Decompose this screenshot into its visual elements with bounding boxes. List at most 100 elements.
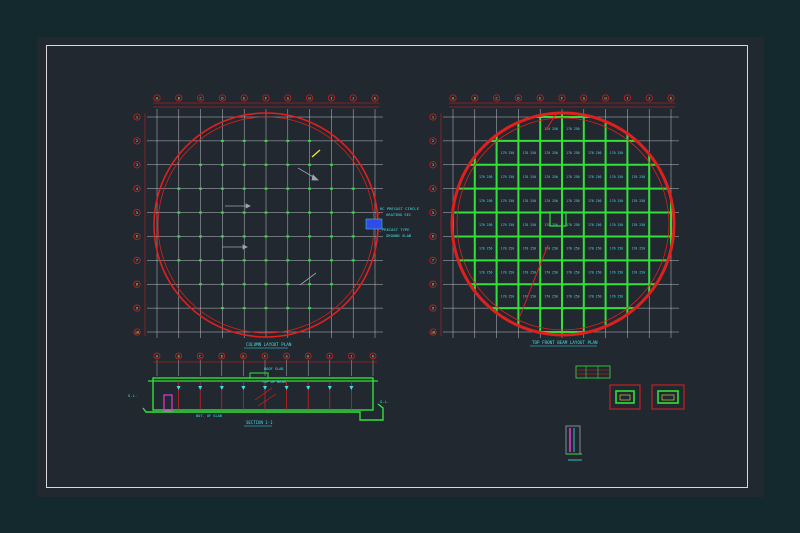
section-columns [176,381,354,410]
level-marker [241,386,246,390]
section-column-bubbles: A B C D E F G H I J K [153,352,377,360]
grid-bubble-label: 5 [136,211,138,215]
panel-label: 170 250 [501,247,515,251]
column-mark [351,187,355,190]
panel-label: 170 250 [610,223,624,227]
cad-drawing-canvas[interactable]: A B C D E F G H I J K 1 2 3 4 5 6 7 8 9 10 RC PRECAST CIRCL… [0,0,800,533]
grid-bubble-label: J [352,96,354,100]
detail-ladder[interactable] [565,425,582,461]
panel-label: 170 250 [501,151,515,155]
column-mark [220,211,224,214]
section-base-slab [142,403,384,421]
detail-pit-2[interactable] [651,384,685,410]
level-marker [306,386,311,390]
grid-bubble-label: 2 [432,139,434,143]
panel-label: 170 250 [566,199,580,203]
column-layout-plan[interactable]: A B C D E F G H I J K 1 2 3 4 5 6 7 8 9 10 RC PRECAST CIRCL… [133,94,420,349]
level-marker [284,386,289,390]
grid-bubble-label: D [517,96,519,100]
panel-label: 170 250 [610,175,624,179]
column-mark [177,235,181,238]
grid-bubble-label: B [178,354,180,358]
column-mark [199,211,203,214]
grid-bubble-label: 4 [136,187,138,191]
column-mark [308,307,312,310]
panel-label: 170 250 [610,271,624,275]
panel-label: 170 250 [544,271,558,275]
grid-bubble-label: 3 [136,163,138,167]
grid-bubble-label: H [307,354,309,358]
column-mark [199,283,203,286]
grid-bubble-label: H [605,96,607,100]
left-plan-arrows [222,167,319,286]
level-marker [327,386,332,390]
callout-precast-circle: RC PRECAST CIRCLE [380,206,420,211]
grid-bubble-label: E [539,96,541,100]
panel-label: 170 250 [588,271,602,275]
column-mark [242,283,246,286]
grid-bubble-label: A [156,96,159,100]
panel-label: 170 250 [610,151,624,155]
section-level-left: G.L. [128,393,137,398]
panel-label: 170 250 [479,223,493,227]
grid-bubble-label: G [286,354,288,358]
left-plan-row-bubbles: 1 2 3 4 5 6 7 8 9 10 [133,113,141,336]
grid-bubble-label: 1 [136,115,138,119]
grid-bubble-label: B [474,96,476,100]
column-mark [264,139,268,142]
panel-label: 170 250 [544,294,558,298]
column-mark [286,307,290,310]
section-inlet [249,372,269,379]
panel-label: 170 250 [523,294,537,298]
column-mark [242,187,246,190]
column-mark [220,307,224,310]
grid-bubble-label: 9 [432,306,434,310]
column-mark [351,235,355,238]
grid-bubble-label: K [374,96,377,100]
detail-table[interactable] [575,365,611,379]
panel-label: 170 250 [523,175,537,179]
level-marker [198,386,203,390]
grid-bubble-label: F [264,354,266,358]
grid-bubble-label: 10 [431,330,435,334]
detail-pit-1[interactable] [609,384,641,410]
grid-bubble-label: B [178,96,180,100]
panel-label: 170 250 [501,271,515,275]
grid-bubble-label: D [221,354,223,358]
column-mark [220,163,224,166]
panel-label: 170 250 [479,247,493,251]
beam-layout-plan[interactable]: A B C D E F G H I J K 1 2 3 4 5 6 7 8 9 10 170 250 170 250 17… [429,94,679,347]
grid-bubble-label: D [221,96,223,100]
column-mark [177,211,181,214]
callout-ground-slab: GROUND SLAB [386,233,412,238]
section-pump-pit[interactable] [163,394,173,412]
panel-label: 170 250 [632,223,646,227]
section-note-top-of-beam: TOP OF BEAM [262,380,287,384]
grid-bubble-label: C [496,96,498,100]
column-mark [308,211,312,214]
column-mark [242,235,246,238]
column-mark [308,139,312,142]
grid-bubble-label: F [561,96,563,100]
panel-label: 170 250 [523,151,537,155]
section-view[interactable]: A B C D E F G H I J K ROOF SLAB TOP OF BEAM BOT. O… [128,352,389,427]
grid-bubble-label: 5 [432,211,434,215]
panel-label: 170 250 [501,199,515,203]
panel-label: 170 250 [588,294,602,298]
panel-label: 170 250 [479,271,493,275]
grid-bubble-label: 3 [432,163,434,167]
panel-label: 170 250 [479,175,493,179]
grid-bubble-label: 4 [432,187,434,191]
panel-label: 170 250 [610,199,624,203]
column-mark [264,259,268,262]
panel-label: 170 250 [632,175,646,179]
column-mark [308,259,312,262]
grid-bubble-label: G [287,96,289,100]
right-plan-title: TOP FRONT BEAM LAYOUT PLAN [532,340,598,345]
left-plan-inlet-pipe[interactable] [365,218,383,230]
grid-bubble-label: F [265,96,267,100]
section-title: SECTION 1-1 [246,420,273,425]
column-mark [199,163,203,166]
column-mark [286,187,290,190]
grid-bubble-label: I [330,96,332,100]
